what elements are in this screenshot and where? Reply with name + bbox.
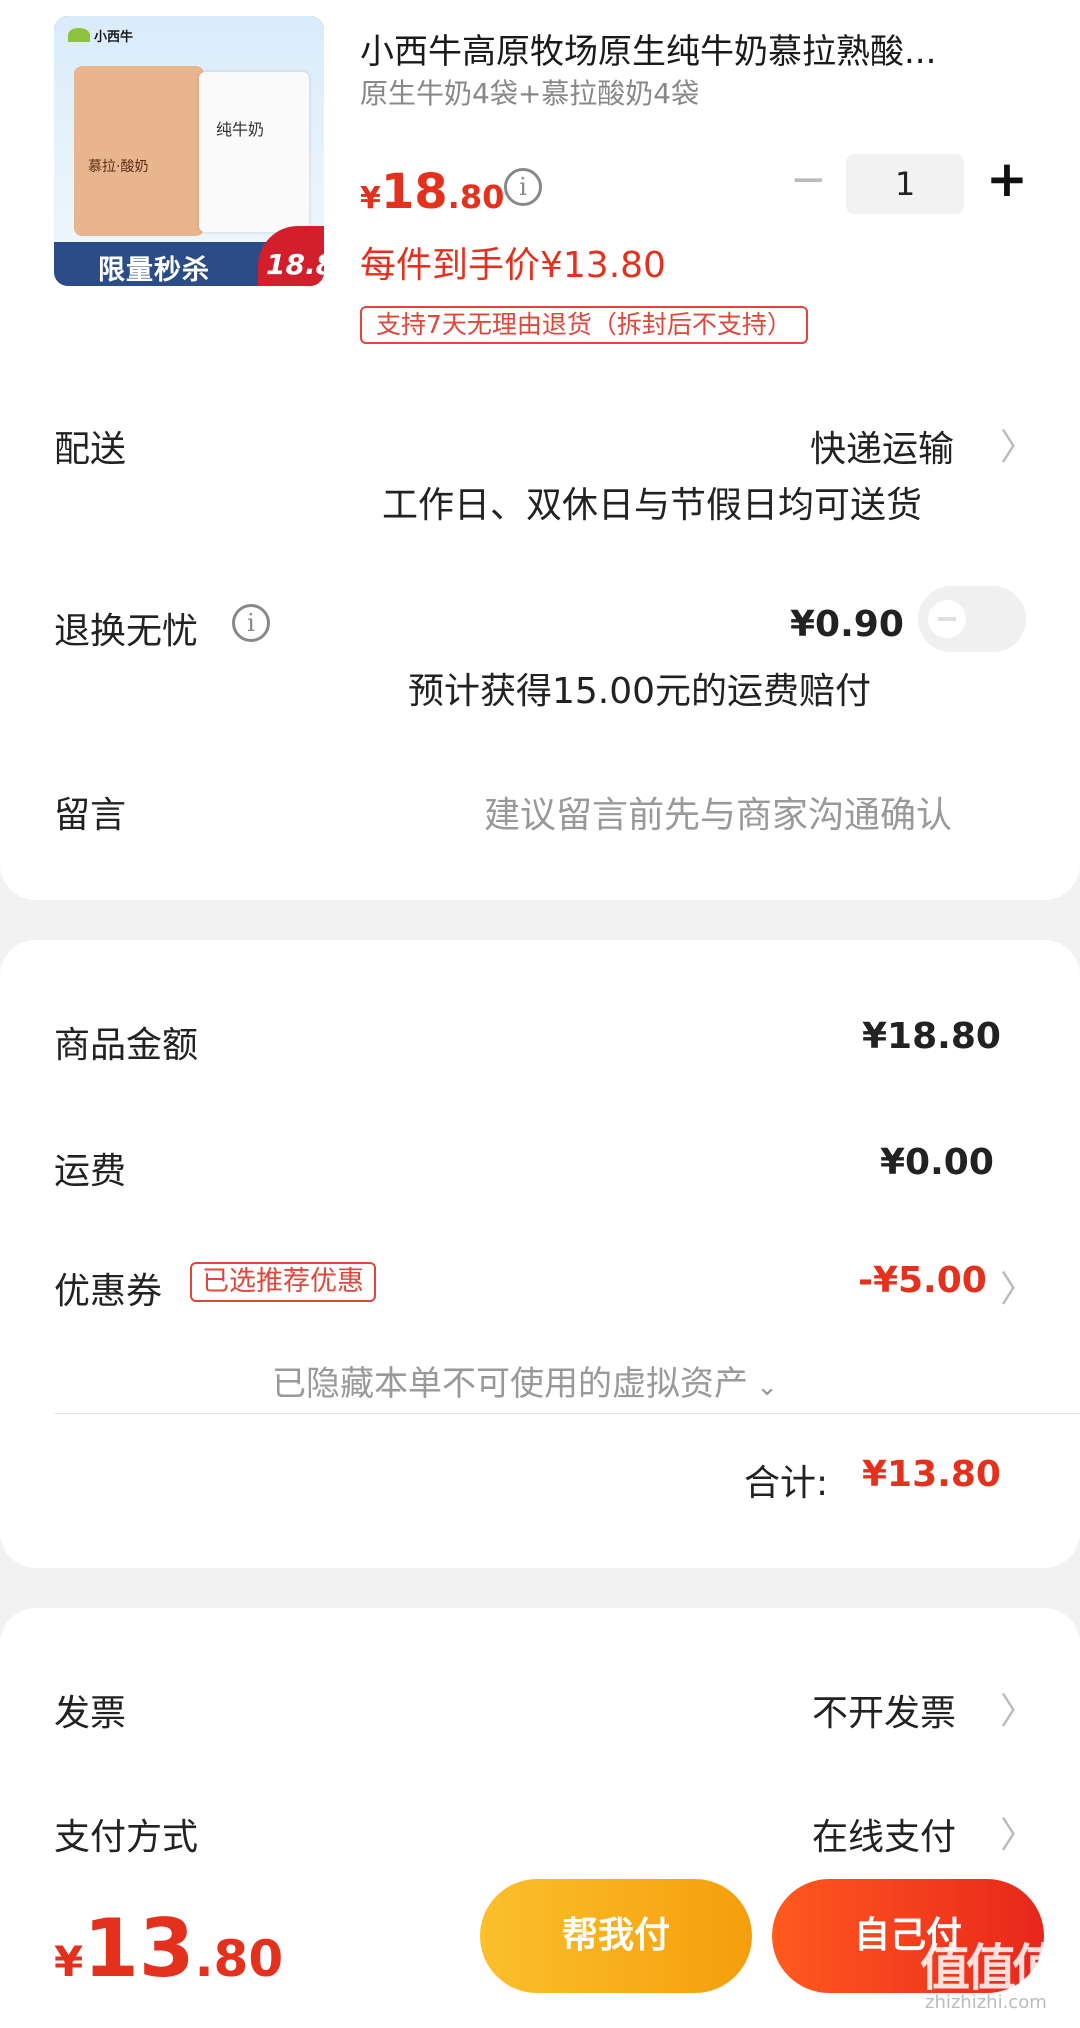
checkout-amount-decimal: .80 (194, 1930, 284, 1988)
shipping-value: ¥0.00 (880, 1142, 994, 1183)
price-integer: 18 (380, 164, 448, 220)
payment-chevron-icon[interactable]: 〉 (1000, 1806, 1036, 1858)
chevron-down-icon: ⌄ (748, 1372, 779, 1402)
decrease-quantity-button[interactable]: − (790, 154, 827, 205)
shipping-label: 运费 (54, 1151, 127, 1192)
message-label: 留言 (54, 795, 127, 836)
return-insurance-label: 退换无忧 (54, 611, 199, 652)
product-spec[interactable]: 原生牛奶4袋+慕拉酸奶4袋 (360, 72, 699, 112)
total-value: ¥13.80 (862, 1454, 1001, 1495)
watermark-url: zhizhizhi.com (925, 1992, 1047, 2013)
coupon-chevron-icon[interactable]: 〉 (1000, 1260, 1036, 1312)
coupon-selected-tag: 已选推荐优惠 (190, 1262, 376, 1302)
hidden-assets-toggle[interactable]: 已隐藏本单不可使用的虚拟资产 ⌄ (272, 1356, 778, 1405)
milk-bag-image (199, 72, 309, 232)
invoice-chevron-icon[interactable]: 〉 (1000, 1682, 1036, 1734)
divider (54, 1413, 1080, 1414)
hidden-assets-text: 已隐藏本单不可使用的虚拟资产 (272, 1364, 748, 1404)
delivery-note: 工作日、双休日与节假日均可送货 (382, 485, 923, 526)
unit-final-price: 每件到手价¥13.80 (360, 245, 666, 286)
delivery-label: 配送 (54, 429, 127, 470)
price-info-icon[interactable]: i (504, 168, 542, 206)
product-price: ¥18.80 (360, 164, 504, 220)
price-decimal: .80 (447, 178, 505, 216)
coupon-label: 优惠券 (54, 1271, 163, 1312)
total-label: 合计: (744, 1463, 829, 1504)
goods-amount-label: 商品金额 (54, 1025, 199, 1066)
product-title[interactable]: 小西牛高原牧场原生纯牛奶慕拉熟酸... (360, 24, 1030, 73)
increase-quantity-button[interactable]: + (986, 150, 1028, 208)
milk-bag-label: 纯牛奶 (216, 120, 265, 139)
yogurt-bag-label: 慕拉·酸奶 (88, 159, 149, 175)
return-insurance-price: ¥0.90 (790, 604, 904, 645)
checkout-amount: ¥13.80 (54, 1902, 283, 1995)
invoice-value[interactable]: 不开发票 (812, 1684, 956, 1736)
message-input[interactable]: 建议留言前先与商家沟通确认 (484, 786, 952, 838)
toggle-knob (928, 600, 966, 638)
goods-amount-value: ¥18.80 (862, 1016, 1001, 1057)
quantity-input[interactable]: 1 (846, 154, 964, 214)
watermark-logo: 值值值 (920, 1939, 1062, 1997)
price-badge-text: 18.8 (266, 248, 324, 281)
yogurt-bag-image (74, 66, 204, 236)
checkout-currency: ¥ (54, 1937, 84, 1986)
checkout-amount-integer: 13 (83, 1902, 195, 1995)
price-currency: ¥ (360, 181, 381, 216)
return-insurance-toggle[interactable] (918, 586, 1026, 652)
brand-logo-icon (68, 28, 90, 42)
return-insurance-info-icon[interactable]: i (232, 604, 270, 642)
return-insurance-note: 预计获得15.00元的运费赔付 (408, 671, 872, 712)
delivery-chevron-icon[interactable]: 〉 (1000, 418, 1036, 470)
coupon-value[interactable]: -¥5.00 (858, 1260, 987, 1301)
product-thumbnail[interactable]: 小西牛 慕拉·酸奶 纯牛奶 限量秒杀 18.8 (54, 16, 324, 286)
invoice-label: 发票 (54, 1693, 127, 1734)
payment-method-value[interactable]: 在线支付 (812, 1808, 956, 1860)
return-policy-tag: 支持7天无理由退货（拆封后不支持） (360, 306, 808, 344)
help-me-pay-button[interactable]: 帮我付 (480, 1879, 752, 1993)
delivery-method[interactable]: 快递运输 (810, 420, 954, 472)
promo-band-text: 限量秒杀 (98, 255, 210, 286)
payment-method-label: 支付方式 (54, 1817, 199, 1858)
brand-logo-text: 小西牛 (94, 30, 134, 45)
